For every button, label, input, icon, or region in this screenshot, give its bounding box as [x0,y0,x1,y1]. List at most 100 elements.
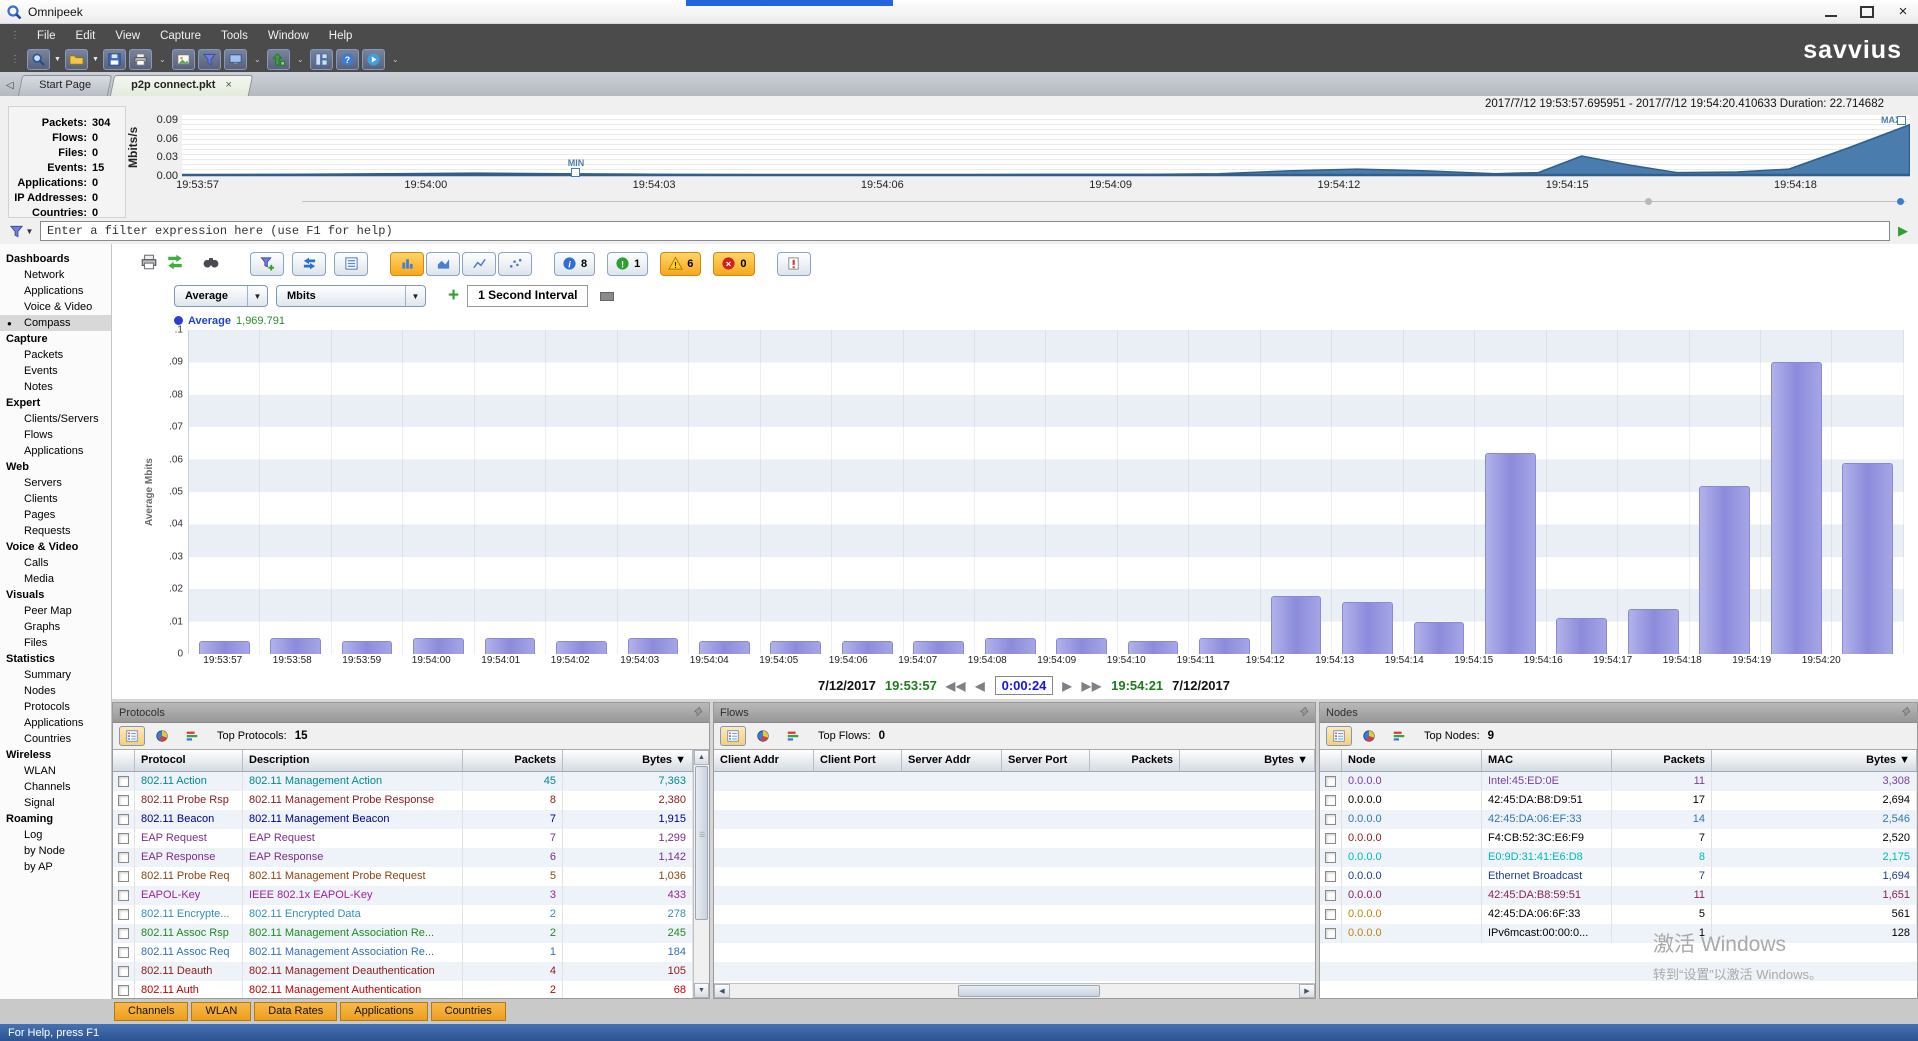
row-checkbox[interactable] [118,966,129,977]
step-back-button[interactable]: ◀ [975,679,985,693]
scroll-left-button[interactable]: ◀ [714,984,730,998]
sidebar-item-clients-servers[interactable]: Clients/Servers [0,411,111,427]
pie-view-button[interactable] [750,726,776,746]
table-row[interactable]: 0.0.0.042:45:DA:B8:59:51111,651 [1320,886,1917,905]
table-row[interactable]: 0.0.0.042:45:DA:B8:D9:51172,694 [1320,791,1917,810]
table-row[interactable]: 0.0.0.042:45:DA:06:EF:33142,546 [1320,810,1917,829]
units-dropdown[interactable]: Mbits▼ [276,285,426,307]
column-header-protocol[interactable]: Protocol [135,750,243,771]
sidebar-item-by-node[interactable]: by Node [0,843,111,859]
sidebar-item-flows[interactable]: Flows [0,427,111,443]
column-header-packets[interactable]: Packets [463,750,563,771]
timeline-min-marker[interactable]: MIN [559,158,593,177]
table-row[interactable]: 0.0.0.0IPv6mcast:00:00:0...1128 [1320,924,1917,943]
chart-type-area-button[interactable] [426,252,460,276]
sidebar-item-signal[interactable]: Signal [0,795,111,811]
pie-view-button[interactable] [149,726,175,746]
menu-view[interactable]: View [106,27,149,45]
jump-end-button[interactable]: ▶▶ [1082,679,1102,693]
sidebar-item-protocols[interactable]: Protocols [0,699,111,715]
events-warn-button[interactable]: !6 [660,252,701,276]
column-header-bytes[interactable]: Bytes ▼ [563,750,693,771]
slider-dot[interactable] [1645,198,1652,205]
table-row[interactable]: EAP RequestEAP Request71,299 [113,829,693,848]
statistic-dropdown[interactable]: Average▼ [174,285,268,307]
print-button[interactable] [140,253,158,274]
sidebar-item-packets[interactable]: Packets [0,347,111,363]
sidebar-item-requests[interactable]: Requests [0,523,111,539]
row-checkbox[interactable] [118,928,129,939]
grid-view-button[interactable] [1326,726,1352,746]
toolbar-packet-view-button[interactable] [172,49,195,70]
menu-tools[interactable]: Tools [212,27,257,45]
row-checkbox[interactable] [118,947,129,958]
row-checkbox[interactable] [118,814,129,825]
column-header-node[interactable]: Node [1342,750,1482,771]
apply-filter-button[interactable]: ▶ [1892,221,1914,241]
sidebar-item-by-ap[interactable]: by AP [0,859,111,875]
menu-window[interactable]: Window [259,27,318,45]
column-header-client-addr[interactable]: Client Addr [714,750,814,771]
column-header-server-addr[interactable]: Server Addr [902,750,1002,771]
column-header-packets[interactable]: Packets [1090,750,1180,771]
tab-start-page[interactable]: Start Page [17,75,111,96]
pin-icon[interactable] [1298,706,1309,720]
table-row[interactable]: 802.11 Probe Req802.11 Management Probe … [113,867,693,886]
toolbar-filters-button[interactable] [198,49,221,70]
close-tab-icon[interactable]: × [225,79,231,91]
bottom-tab-wlan[interactable]: WLAN [191,1002,251,1021]
find-button[interactable] [202,253,220,274]
menu-file[interactable]: File [28,27,65,45]
sidebar-item-summary[interactable]: Summary [0,667,111,683]
column-header-server-port[interactable]: Server Port [1002,750,1090,771]
table-row[interactable]: 0.0.0.0Ethernet Broadcast71,694 [1320,867,1917,886]
row-checkbox[interactable] [118,985,129,996]
filter-add-button[interactable] [250,252,284,276]
bottom-tab-channels[interactable]: Channels [114,1002,188,1021]
toolbar-save-button[interactable] [103,49,126,70]
vertical-scrollbar[interactable]: ▲▼ [693,750,709,998]
sidebar-item-clients[interactable]: Clients [0,491,111,507]
toolbar-compass-update-button[interactable] [267,49,290,70]
toolbar-open-file-button[interactable] [65,49,88,70]
toolbar-monitor-button[interactable] [224,49,247,70]
sidebar-item-calls[interactable]: Calls [0,555,111,571]
tab-p2p-connect-pkt[interactable]: p2p connect.pkt× [109,75,252,96]
row-checkbox[interactable] [1325,928,1336,939]
hbar-view-button[interactable] [1386,726,1412,746]
column-header-description[interactable]: Description [243,750,463,771]
refresh-button[interactable] [166,253,184,274]
step-forward-button[interactable]: ▶ [1062,679,1072,693]
column-header-bytes[interactable]: Bytes ▼ [1180,750,1315,771]
row-checkbox[interactable] [1325,814,1336,825]
table-row[interactable]: 802.11 Encrypte...802.11 Encrypted Data2… [113,905,693,924]
restore-button[interactable] [1860,6,1874,18]
filter-expression-input[interactable] [40,221,1890,241]
close-button[interactable]: × [1896,6,1910,18]
row-checkbox[interactable] [1325,795,1336,806]
details-button[interactable] [334,252,368,276]
scrollbar-track[interactable] [730,984,1299,998]
sidebar-item-events[interactable]: Events [0,363,111,379]
timeline-chart[interactable]: MIN MAX [182,115,1910,177]
sidebar-item-pages[interactable]: Pages [0,507,111,523]
events-marker-button[interactable] [777,252,811,276]
grid-view-button[interactable] [720,726,746,746]
chart-type-bar-button[interactable] [390,252,424,276]
row-checkbox[interactable] [118,833,129,844]
toolbar-start-capture-button[interactable] [362,49,385,70]
row-checkbox[interactable] [1325,909,1336,920]
sidebar-item-channels[interactable]: Channels [0,779,111,795]
time-window-value[interactable]: 0:00:24 [995,676,1054,695]
menu-edit[interactable]: Edit [67,27,105,45]
timeline-scroll-slider[interactable] [182,196,1910,208]
sidebar-item-applications[interactable]: Applications [0,443,111,459]
events-ok-button[interactable]: !1 [607,252,648,276]
bottom-tab-data-rates[interactable]: Data Rates [254,1002,337,1021]
sidebar-item-nodes[interactable]: Nodes [0,683,111,699]
sidebar-item-applications[interactable]: Applications [0,715,111,731]
sidebar-item-files[interactable]: Files [0,635,111,651]
scroll-up-button[interactable]: ▲ [694,750,709,765]
row-checkbox[interactable] [118,852,129,863]
sidebar-item-peer-map[interactable]: Peer Map [0,603,111,619]
